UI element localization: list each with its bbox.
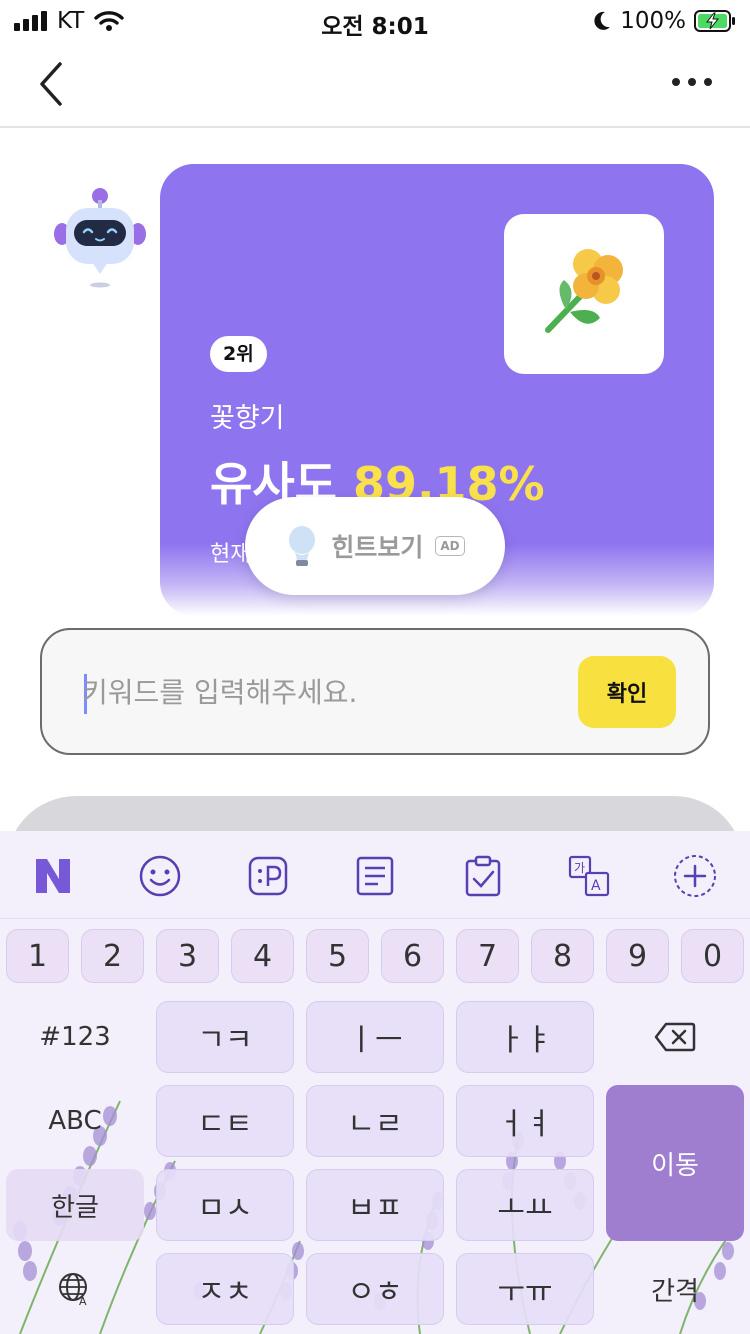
- key-o-yo[interactable]: ㅗㅛ: [456, 1169, 594, 1241]
- hint-button[interactable]: 힌트보기 AD: [245, 497, 505, 595]
- key-5[interactable]: 5: [306, 929, 369, 983]
- robot-avatar: [54, 188, 146, 288]
- space-key[interactable]: 간격: [606, 1253, 744, 1325]
- key-a-ya[interactable]: ㅏㅑ: [456, 1001, 594, 1073]
- symbols-key[interactable]: #123: [6, 1001, 144, 1073]
- battery-charging-icon: [694, 10, 735, 32]
- key-digeut-tieut[interactable]: ㄷㅌ: [156, 1085, 294, 1157]
- key-i-eu[interactable]: ㅣㅡ: [306, 1001, 444, 1073]
- abc-key[interactable]: ABC: [6, 1085, 144, 1157]
- keyword-label: 꽃향기: [210, 403, 285, 434]
- backspace-key[interactable]: [606, 1001, 744, 1073]
- key-u-yu[interactable]: ㅜㅠ: [456, 1253, 594, 1325]
- hint-label: 힌트보기: [331, 533, 424, 562]
- emoji-icon[interactable]: [137, 853, 183, 899]
- globe-icon: A: [59, 1273, 87, 1307]
- key-1[interactable]: 1: [6, 929, 69, 983]
- key-7[interactable]: 7: [456, 929, 519, 983]
- confirm-button[interactable]: 확인: [578, 656, 676, 728]
- language-key[interactable]: A: [6, 1253, 144, 1325]
- keyword-input[interactable]: [82, 660, 562, 724]
- more-options-button[interactable]: [670, 70, 714, 94]
- hangul-key[interactable]: 한글: [6, 1169, 144, 1241]
- key-3[interactable]: 3: [156, 929, 219, 983]
- translate-icon[interactable]: 가 A: [566, 853, 612, 899]
- key-jieut-chieut[interactable]: ㅈㅊ: [156, 1253, 294, 1325]
- flower-icon: [545, 249, 623, 333]
- key-giyeok-kieuk[interactable]: ㄱㅋ: [156, 1001, 294, 1073]
- moon-icon: [594, 11, 611, 30]
- battery-percent: 100%: [620, 8, 686, 34]
- svg-text:A: A: [591, 878, 601, 894]
- nav-bar: [0, 44, 750, 128]
- key-eo-yeo[interactable]: ㅓㅕ: [456, 1085, 594, 1157]
- keyboard: 가 A 1 2 3 4 5 6 7 8 9 0 #123 ㄱㅋ ㅣㅡ ㅏㅑ AB…: [0, 831, 750, 1334]
- key-6[interactable]: 6: [381, 929, 444, 983]
- keyboard-toolbar: 가 A: [0, 831, 750, 919]
- key-9[interactable]: 9: [606, 929, 669, 983]
- flower-image: [504, 214, 664, 374]
- lightbulb-icon: [289, 526, 316, 566]
- naver-icon[interactable]: [30, 853, 76, 899]
- sticker-icon[interactable]: [245, 853, 291, 899]
- status-bar: KT 오전 8:01 100%: [0, 0, 750, 44]
- key-2[interactable]: 2: [81, 929, 144, 983]
- svg-text:가: 가: [574, 861, 585, 875]
- add-icon[interactable]: [672, 853, 718, 899]
- key-mieum-siot[interactable]: ㅁㅅ: [156, 1169, 294, 1241]
- keyword-input-box: 확인: [40, 628, 710, 755]
- ad-badge: AD: [435, 536, 465, 556]
- key-ieung-hieut[interactable]: ㅇㅎ: [306, 1253, 444, 1325]
- rank-badge: 2위: [210, 336, 267, 372]
- backspace-icon: [654, 1022, 696, 1052]
- key-bieup-pieup[interactable]: ㅂㅍ: [306, 1169, 444, 1241]
- key-4[interactable]: 4: [231, 929, 294, 983]
- clipboard-icon[interactable]: [460, 853, 506, 899]
- memo-icon[interactable]: [352, 853, 398, 899]
- move-key[interactable]: 이동: [606, 1085, 744, 1241]
- key-0[interactable]: 0: [681, 929, 744, 983]
- back-button[interactable]: [30, 60, 74, 108]
- svg-text:A: A: [79, 1295, 87, 1307]
- key-8[interactable]: 8: [531, 929, 594, 983]
- key-nieun-rieul[interactable]: ㄴㄹ: [306, 1085, 444, 1157]
